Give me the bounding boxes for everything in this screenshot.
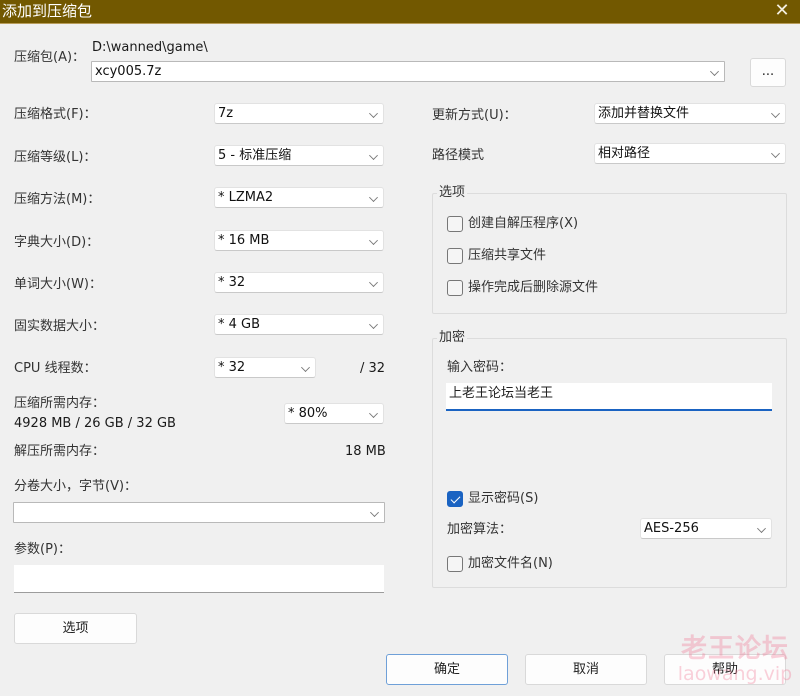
encrypt-names-checkbox[interactable]	[447, 556, 463, 572]
archive-filename-combo[interactable]: xcy005.7z	[91, 61, 725, 82]
mem-limit-value: * 80%	[288, 406, 328, 421]
chevron-down-icon[interactable]	[771, 149, 780, 158]
method-combo[interactable]: * LZMA2	[214, 187, 384, 208]
mem-compress-label: 压缩所需内存：	[14, 396, 106, 411]
chevron-down-icon[interactable]	[369, 193, 378, 202]
archive-filename[interactable]: xcy005.7z	[95, 63, 161, 81]
ok-button[interactable]: 确定	[386, 654, 508, 685]
level-label: 压缩等级(L)：	[14, 150, 97, 165]
pathmode-combo[interactable]: 相对路径	[594, 143, 786, 164]
cpu-label: CPU 线程数：	[14, 361, 97, 376]
encryption-method-combo[interactable]: AES-256	[640, 518, 772, 539]
update-value: 添加并替换文件	[598, 106, 690, 121]
window-title: 添加到压缩包	[2, 2, 93, 20]
solid-combo[interactable]: * 4 GB	[214, 314, 384, 335]
cancel-button[interactable]: 取消	[525, 654, 647, 685]
mem-limit-combo[interactable]: * 80%	[284, 403, 384, 424]
chevron-down-icon[interactable]	[369, 236, 378, 245]
title-bar: 添加到压缩包 ✕	[0, 0, 800, 24]
chevron-down-icon[interactable]	[771, 109, 780, 118]
chevron-down-icon[interactable]	[369, 320, 378, 329]
pathmode-label: 路径模式	[432, 148, 485, 163]
word-value: * 32	[218, 275, 246, 290]
shared-files-checkbox[interactable]	[447, 248, 463, 264]
dict-value: * 16 MB	[218, 233, 270, 248]
solid-value: * 4 GB	[218, 317, 261, 332]
archive-label: 压缩包(A)：	[14, 50, 86, 65]
cpu-max: / 32	[360, 361, 386, 376]
format-value: 7z	[218, 106, 234, 121]
encryption-method-value: AES-256	[644, 521, 699, 536]
chevron-down-icon[interactable]	[370, 508, 379, 517]
cpu-combo[interactable]: * 32	[214, 357, 316, 378]
volume-combo[interactable]	[13, 502, 385, 523]
show-password-checkbox[interactable]	[447, 491, 463, 507]
browse-button[interactable]: ...	[750, 58, 786, 87]
volume-label: 分卷大小，字节(V)：	[14, 479, 138, 494]
chevron-down-icon[interactable]	[710, 67, 719, 76]
delete-after-checkbox[interactable]	[447, 280, 463, 296]
level-value: 5 - 标准压缩	[218, 148, 292, 163]
delete-after-label[interactable]: 操作完成后删除源文件	[468, 279, 598, 297]
dict-combo[interactable]: * 16 MB	[214, 230, 384, 251]
close-icon[interactable]: ✕	[772, 0, 792, 22]
word-combo[interactable]: * 32	[214, 272, 384, 293]
mem-compress-value: 4928 MB / 26 GB / 32 GB	[14, 416, 176, 431]
params-input[interactable]	[14, 565, 384, 593]
archive-path: D:\wanned\game\	[92, 40, 208, 55]
password-input[interactable]: 上老王论坛当老王	[446, 383, 772, 411]
method-value: * LZMA2	[218, 190, 274, 205]
password-label: 输入密码：	[447, 360, 513, 375]
options-group-legend: 选项	[437, 185, 468, 201]
mem-decompress-label: 解压所需内存：	[14, 444, 106, 459]
chevron-down-icon[interactable]	[369, 109, 378, 118]
sfx-checkbox[interactable]	[447, 216, 463, 232]
encryption-group-legend: 加密	[437, 330, 468, 346]
help-button[interactable]: 帮助	[664, 654, 786, 685]
shared-files-label[interactable]: 压缩共享文件	[468, 247, 546, 265]
chevron-down-icon[interactable]	[369, 151, 378, 160]
chevron-down-icon[interactable]	[301, 363, 310, 372]
sfx-label[interactable]: 创建自解压程序(X)	[468, 215, 578, 233]
password-value[interactable]: 上老王论坛当老王	[449, 385, 553, 403]
chevron-down-icon[interactable]	[369, 409, 378, 418]
cpu-value: * 32	[218, 360, 246, 375]
pathmode-value: 相对路径	[598, 146, 651, 161]
chevron-down-icon[interactable]	[757, 524, 766, 533]
update-label: 更新方式(U)：	[432, 108, 517, 123]
format-label: 压缩格式(F)：	[14, 107, 97, 122]
dict-label: 字典大小(D)：	[14, 235, 100, 250]
mem-decompress-value: 18 MB	[345, 444, 386, 459]
params-label: 参数(P)：	[14, 542, 71, 557]
chevron-down-icon[interactable]	[369, 278, 378, 287]
level-combo[interactable]: 5 - 标准压缩	[214, 145, 384, 166]
update-combo[interactable]: 添加并替换文件	[594, 103, 786, 124]
options-button[interactable]: 选项	[14, 613, 137, 644]
encryption-method-label: 加密算法：	[447, 522, 513, 537]
encrypt-names-label[interactable]: 加密文件名(N)	[468, 555, 553, 573]
method-label: 压缩方法(M)：	[14, 192, 101, 207]
solid-label: 固实数据大小：	[14, 319, 106, 334]
format-combo[interactable]: 7z	[214, 103, 384, 124]
word-label: 单词大小(W)：	[14, 277, 102, 292]
show-password-label[interactable]: 显示密码(S)	[468, 490, 538, 508]
